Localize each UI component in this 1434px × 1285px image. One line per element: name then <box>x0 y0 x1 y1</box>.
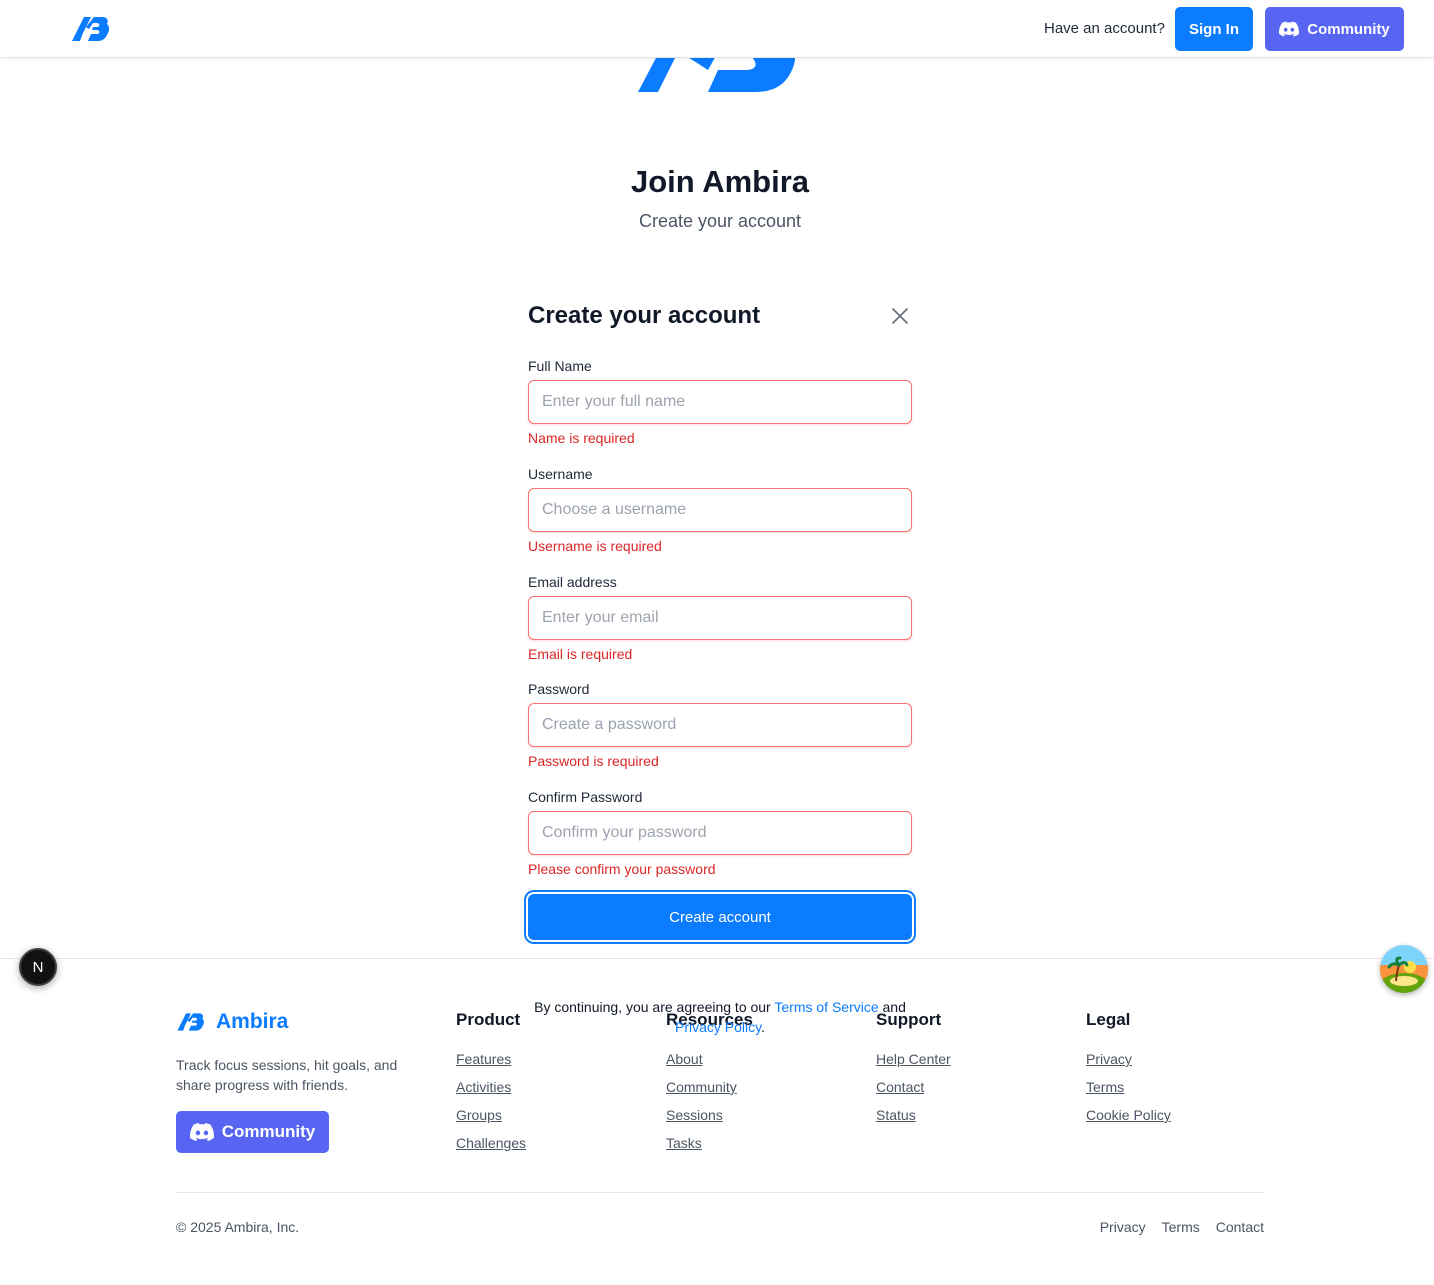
footer-link-help-center[interactable]: Help Center <box>876 1045 951 1073</box>
username-input[interactable] <box>528 488 912 532</box>
footer-tagline: Track focus sessions, hit goals, and sha… <box>176 1057 398 1093</box>
discord-icon <box>189 1123 214 1141</box>
footer-link-groups[interactable]: Groups <box>456 1101 526 1129</box>
footer-link-status[interactable]: Status <box>876 1101 951 1129</box>
password-error: Password is required <box>528 753 659 769</box>
page-subtitle: Create your account <box>638 211 802 231</box>
privacy-policy-link[interactable]: Privacy Policy <box>675 1019 761 1035</box>
consent-suffix: . <box>761 1019 765 1035</box>
footer-bottom-link-terms[interactable]: Terms <box>1162 1219 1200 1235</box>
username-label: Username <box>528 466 593 482</box>
close-icon <box>892 308 908 324</box>
footer-bottom-links: Privacy Terms Contact <box>1100 1219 1264 1235</box>
full-name-label: Full Name <box>528 358 592 374</box>
create-account-button[interactable]: Create account <box>528 894 912 940</box>
footer-column-heading: Product <box>456 1010 521 1029</box>
page-title: Join Ambira <box>631 164 809 199</box>
ambira-logo-icon <box>177 1013 204 1031</box>
confirm-password-input[interactable] <box>528 811 912 855</box>
nextjs-dev-badge[interactable]: N <box>19 948 57 986</box>
confirm-password-label: Confirm Password <box>528 789 643 805</box>
ambira-logo-icon[interactable] <box>71 15 111 43</box>
consent-prefix: By continuing, you are agreeing to our <box>534 999 775 1015</box>
discord-icon <box>1279 21 1300 37</box>
footer-link-terms[interactable]: Terms <box>1086 1073 1171 1101</box>
full-name-input[interactable] <box>528 380 912 424</box>
copyright: © 2025 Ambira, Inc. <box>176 1219 300 1235</box>
email-address-label: Email address <box>528 574 617 590</box>
password-label: Password <box>528 681 590 697</box>
footer-link-activities[interactable]: Activities <box>456 1073 526 1101</box>
form-title: Create your account <box>528 302 761 329</box>
footer-column-heading: Legal <box>1086 1010 1131 1029</box>
footer-column-product: Product Features Activities Groups Challenge… <box>456 1010 526 1157</box>
footer-link-challenges[interactable]: Challenges <box>456 1129 526 1157</box>
have-account-text: Have an account? <box>1044 20 1165 37</box>
password-input[interactable] <box>528 703 912 747</box>
footer-link-contact[interactable]: Contact <box>876 1073 951 1101</box>
footer-bottom-link-privacy[interactable]: Privacy <box>1100 1219 1146 1235</box>
sign-in-button[interactable]: Sign In <box>1175 7 1253 51</box>
footer-brand-name: Ambira <box>216 1010 289 1033</box>
footer-community-label: Community <box>221 1122 316 1141</box>
community-button[interactable]: Community <box>1265 7 1404 51</box>
email-address-error: Email is required <box>528 646 633 662</box>
footer-link-privacy[interactable]: Privacy <box>1086 1045 1171 1073</box>
section-divider <box>0 958 1434 959</box>
confirm-password-error: Please confirm your password <box>528 861 716 877</box>
n-letter: N <box>32 958 44 976</box>
close-button[interactable] <box>888 304 912 328</box>
terms-of-service-link[interactable]: Terms of Service <box>774 999 878 1015</box>
terms-consent: By continuing, you are agreeing to our T… <box>520 997 920 1037</box>
email-address-input[interactable] <box>528 596 912 640</box>
top-nav: Have an account? Sign In Community <box>0 0 1434 58</box>
username-error: Username is required <box>528 538 662 554</box>
footer-community-button[interactable]: Community <box>176 1111 329 1153</box>
community-button-label: Community <box>1307 20 1390 38</box>
footer-link-about[interactable]: About <box>666 1045 753 1073</box>
footer-link-community[interactable]: Community <box>666 1073 753 1101</box>
consent-and: and <box>878 999 906 1015</box>
full-name-error: Name is required <box>528 430 635 446</box>
footer-link-features[interactable]: Features <box>456 1045 526 1073</box>
footer-divider <box>176 1192 1264 1193</box>
footer-link-sessions[interactable]: Sessions <box>666 1101 753 1129</box>
footer-link-cookie-policy[interactable]: Cookie Policy <box>1086 1101 1171 1129</box>
footer-link-tasks[interactable]: Tasks <box>666 1129 753 1157</box>
footer-bottom-link-contact[interactable]: Contact <box>1216 1219 1264 1235</box>
footer-logo[interactable]: Ambira <box>176 1010 288 1034</box>
beach-avatar-icon[interactable] <box>1380 945 1428 993</box>
footer-column-legal: Legal Privacy Terms Cookie Policy <box>1086 1010 1171 1129</box>
